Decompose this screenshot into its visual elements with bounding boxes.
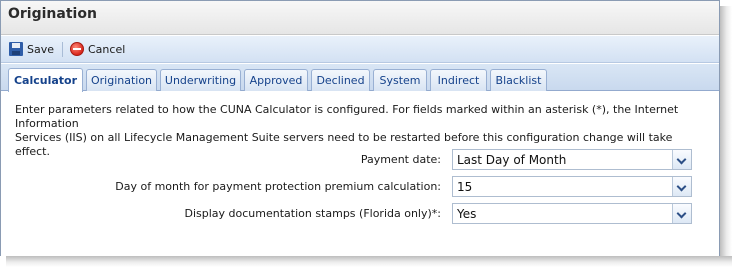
chevron-down-icon[interactable] bbox=[672, 150, 691, 169]
title-bar: Origination bbox=[1, 1, 719, 35]
doc-stamps-label: Display documentation stamps (Florida on… bbox=[184, 207, 441, 220]
payment-date-label: Payment date: bbox=[360, 153, 441, 166]
payment-date-select[interactable]: Last Day of Month bbox=[452, 149, 692, 170]
doc-stamps-select[interactable]: Yes bbox=[452, 203, 692, 224]
payment-date-row: Payment date: Last Day of Month bbox=[1, 149, 719, 171]
instructions-line-1: Enter parameters related to how the CUNA… bbox=[15, 103, 679, 130]
day-of-month-row: Day of month for payment protection prem… bbox=[1, 176, 719, 198]
cancel-button[interactable]: Cancel bbox=[70, 40, 125, 58]
tab-origination[interactable]: Origination bbox=[86, 69, 157, 91]
window-shadow-right bbox=[720, 6, 732, 262]
day-of-month-value: 15 bbox=[457, 180, 473, 194]
day-of-month-label: Day of month for payment protection prem… bbox=[115, 180, 441, 193]
window-shadow-bottom bbox=[6, 256, 732, 267]
payment-date-value: Last Day of Month bbox=[457, 153, 567, 167]
toolbar-separator bbox=[62, 42, 63, 57]
tab-blacklist[interactable]: Blacklist bbox=[490, 69, 547, 91]
doc-stamps-value: Yes bbox=[457, 207, 477, 221]
tab-approved[interactable]: Approved bbox=[244, 69, 308, 91]
tab-calculator[interactable]: Calculator bbox=[8, 68, 83, 92]
window-title: Origination bbox=[8, 6, 97, 22]
tab-indirect[interactable]: Indirect bbox=[430, 69, 487, 91]
calculator-panel: Enter parameters related to how the CUNA… bbox=[1, 92, 719, 256]
save-button[interactable]: Save bbox=[9, 40, 54, 58]
tab-system[interactable]: System bbox=[373, 69, 427, 91]
toolbar: Save Cancel bbox=[1, 36, 719, 63]
cancel-label: Cancel bbox=[88, 42, 126, 56]
no-entry-icon bbox=[70, 42, 84, 56]
tab-underwriting[interactable]: Underwriting bbox=[160, 69, 241, 91]
floppy-disk-icon bbox=[9, 42, 23, 56]
tab-declined[interactable]: Declined bbox=[311, 69, 370, 91]
save-label: Save bbox=[27, 42, 55, 56]
day-of-month-select[interactable]: 15 bbox=[452, 176, 692, 197]
tab-strip: Calculator Origination Underwriting Appr… bbox=[1, 64, 719, 92]
chevron-down-icon[interactable] bbox=[672, 204, 691, 223]
chevron-down-icon[interactable] bbox=[672, 177, 691, 196]
origination-window: Origination Save Cancel Calculator Origi… bbox=[0, 0, 720, 256]
doc-stamps-row: Display documentation stamps (Florida on… bbox=[1, 203, 719, 225]
